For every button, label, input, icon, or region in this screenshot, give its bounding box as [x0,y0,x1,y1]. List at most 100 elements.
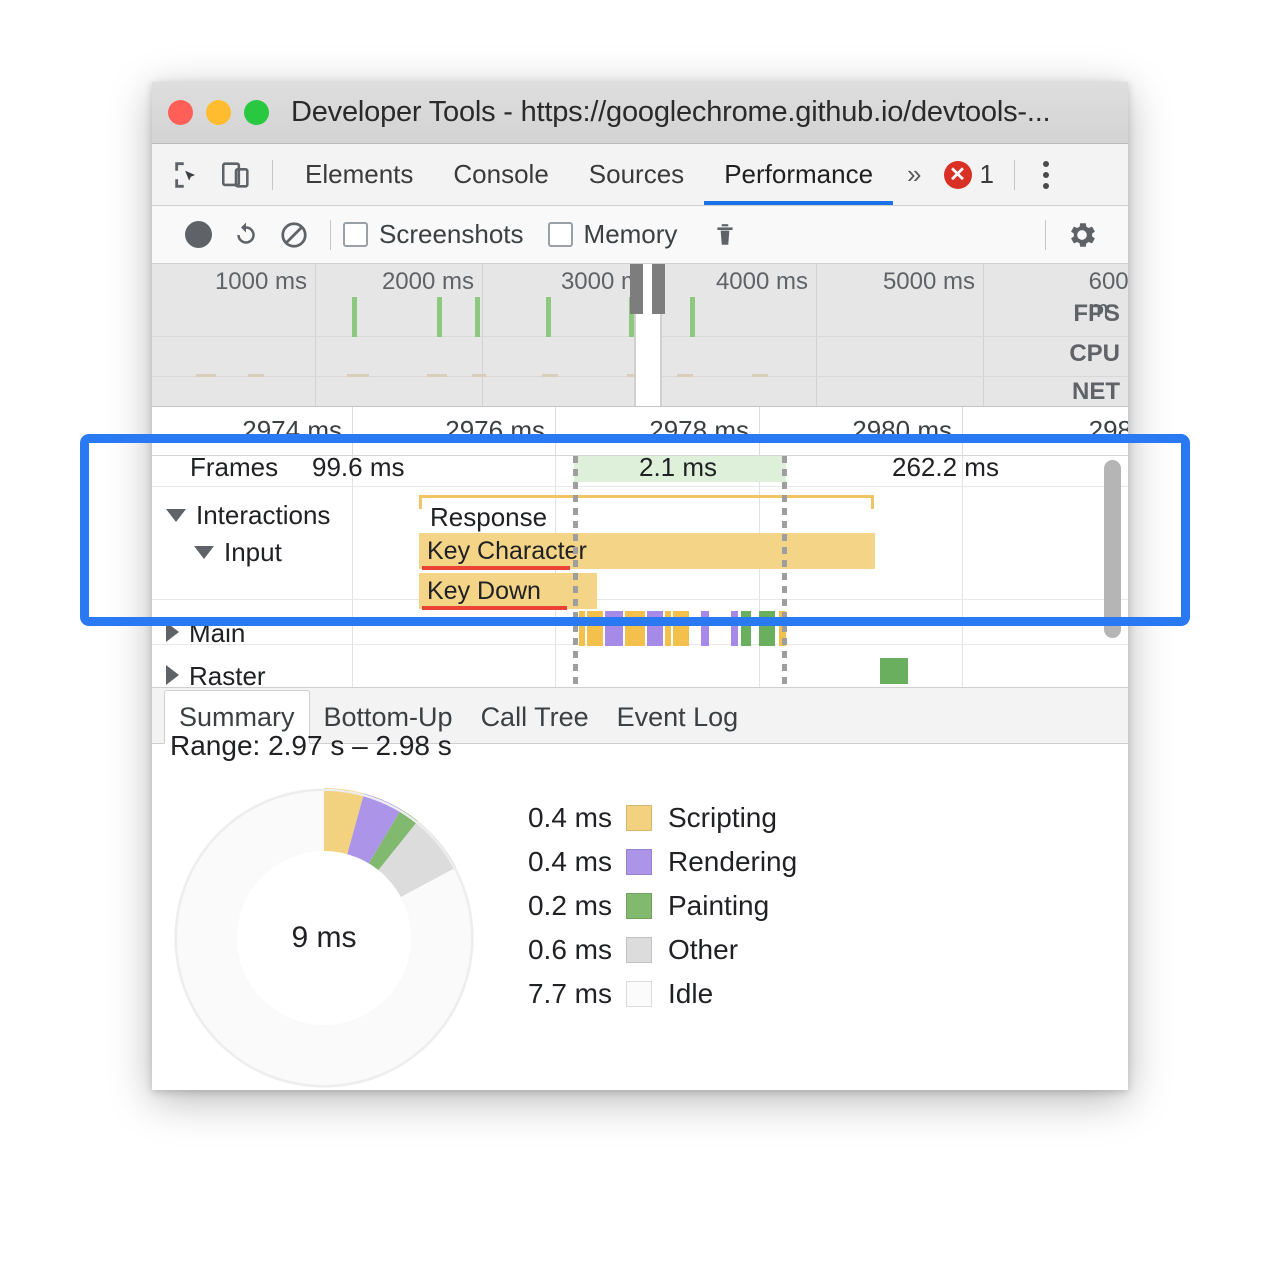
memory-checkbox[interactable]: Memory [547,219,678,250]
legend-label: Idle [668,978,714,1009]
frame-duration: 2.1 ms [639,456,718,482]
frame-duration: 99.6 ms [312,456,405,482]
legend-swatch-other [626,937,652,963]
details-pane: Summary Bottom-Up Call Tree Event Log Ra… [152,688,1128,1090]
legend-label: Other [668,934,739,965]
selection-handle-right[interactable] [652,264,665,314]
track-label-input[interactable]: Input [194,537,282,568]
reload-and-record-button[interactable] [226,215,266,255]
tab-event-log[interactable]: Event Log [603,691,753,743]
controls-divider [330,219,331,250]
legend-swatch-rendering [626,849,652,875]
chevron-down-icon[interactable] [166,509,186,522]
screenshot-root: Developer Tools - https://googlechrome.g… [0,0,1280,1280]
track-name: Raster [189,661,266,688]
legend-label: Rendering [668,846,798,877]
legend-label: Scripting [668,802,777,833]
selection-guide-left [573,456,578,687]
selection-handle-left[interactable] [630,264,643,314]
legend-value: 0.6 ms [527,934,612,965]
inspect-element-icon[interactable] [168,155,208,195]
clear-button[interactable] [274,215,314,255]
track-name: Main [189,618,246,648]
error-count: 1 [979,159,994,189]
chevron-right-icon[interactable] [166,622,179,642]
chevron-down-icon[interactable] [194,546,214,559]
track-name: Input [224,537,282,567]
track-label-raster[interactable]: Raster [166,661,266,688]
range-label: Range: 2.97 s – 2.98 s [170,730,452,761]
tab-elements[interactable]: Elements [285,144,433,205]
summary-donut-chart[interactable]: 9 ms [174,788,474,1088]
frame-duration: 262.2 ms [892,456,999,482]
overview-tick: 4000 ms [715,268,808,295]
track-label-frames[interactable]: Frames [190,456,278,483]
key-character-bar[interactable]: Key Character [419,533,875,569]
legend-swatch-scripting [626,805,652,831]
more-tabs-icon[interactable]: » [893,159,935,190]
ruler-tick: 2976 ms [445,415,545,445]
devtools-window: Developer Tools - https://googlechrome.g… [152,82,1128,1090]
devtools-tabstrip: Elements Console Sources Performance » ✕… [152,144,1128,206]
record-button[interactable] [178,215,218,255]
tracks-scrollbar[interactable] [1104,460,1121,638]
legend-item[interactable]: 0.4 ms Rendering [507,840,797,884]
ruler-tick: 2980 ms [852,415,952,445]
capture-settings-icon[interactable] [1062,215,1102,255]
response-label: Response [430,502,548,532]
selection-guide-right [782,456,787,687]
timeline-tracks[interactable]: Frames 99.6 ms 2.1 ms 262.2 ms Interacti… [152,456,1128,688]
performance-controls: Screenshots Memory [152,206,1128,264]
minimize-window-button[interactable] [206,100,231,125]
legend-label: Painting [668,890,770,921]
panel-tabs: Elements Console Sources Performance [285,144,893,205]
checkbox-box [547,222,573,247]
timeline-ruler: 2974 ms 2976 ms 2978 ms 2980 ms 298 [152,407,1128,456]
overview-lane-net: NET [1072,378,1120,405]
window-traffic-lights [168,100,269,125]
legend-item[interactable]: 0.6 ms Other [507,928,797,972]
legend-swatch-painting [626,893,652,919]
memory-label: Memory [583,219,678,249]
legend-value: 7.7 ms [527,978,612,1009]
settings-divider [1045,219,1046,250]
badge-divider [1013,159,1015,190]
overview-tick: 5000 ms [882,268,975,295]
tab-console[interactable]: Console [433,144,568,205]
donut-center-label: 9 ms [291,921,357,954]
key-down-bar[interactable]: Key Down [419,573,597,609]
overview-lane-fps: FPS [1073,300,1120,327]
legend-value: 0.4 ms [527,802,612,833]
tab-performance[interactable]: Performance [704,144,893,205]
legend-value: 0.2 ms [527,890,612,921]
window-title: Developer Tools - https://googlechrome.g… [291,96,1051,128]
toolbar-divider [272,159,273,190]
track-name: Interactions [196,500,331,530]
legend-value: 0.4 ms [527,846,612,877]
screenshots-label: Screenshots [379,219,524,249]
close-window-button[interactable] [168,100,193,125]
screenshots-checkbox[interactable]: Screenshots [343,219,524,250]
device-toolbar-icon[interactable] [216,155,256,195]
error-badge[interactable]: ✕ 1 [936,159,1002,190]
ruler-tick: 2978 ms [649,415,749,445]
maximize-window-button[interactable] [244,100,269,125]
track-label-main[interactable]: Main [166,618,245,649]
track-label-interactions[interactable]: Interactions [166,500,330,531]
overview-tick: 2000 ms [381,268,474,295]
overview-tick: 1000 ms [214,268,307,295]
more-options-icon[interactable] [1027,160,1065,189]
collect-garbage-icon[interactable] [705,215,745,255]
chevron-right-icon[interactable] [166,665,179,685]
tab-call-tree[interactable]: Call Tree [467,691,603,743]
legend-item[interactable]: 0.2 ms Painting [507,884,797,928]
ruler-tick: 298 [1088,415,1128,445]
window-titlebar: Developer Tools - https://googlechrome.g… [152,82,1128,144]
legend-item[interactable]: 0.4 ms Scripting [507,796,797,840]
summary-legend: 0.4 ms Scripting 0.4 ms Rendering 0.2 ms… [507,796,797,1016]
tab-sources[interactable]: Sources [569,144,704,205]
timeline-overview[interactable]: 1000 ms 2000 ms 3000 m 4000 ms 5000 ms 6… [152,264,1128,407]
warning-underline [422,566,570,570]
legend-swatch-idle [626,981,652,1007]
legend-item[interactable]: 7.7 ms Idle [507,972,797,1016]
